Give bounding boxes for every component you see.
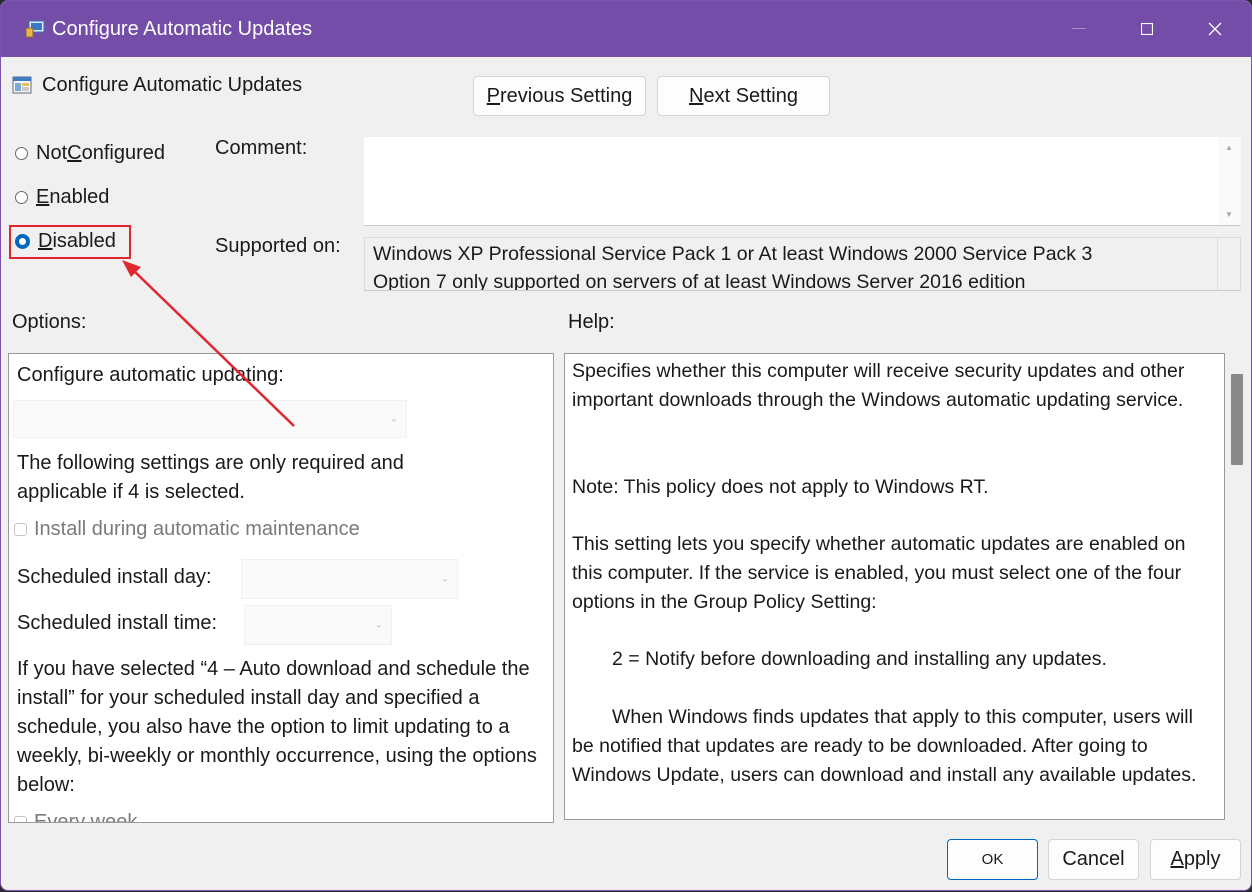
radio-label-prefix: Not xyxy=(36,142,68,164)
radio-accesskey: C xyxy=(67,142,82,164)
configure-updating-dropdown[interactable]: ⌄ xyxy=(13,400,407,438)
supported-on-box: Windows XP Professional Service Pack 1 o… xyxy=(364,237,1241,291)
comment-scrollbar[interactable]: ▲ ▼ xyxy=(1219,137,1241,225)
annotation-arrow-head xyxy=(122,260,141,277)
help-paragraph: Specifies whether this computer will rec… xyxy=(572,360,1185,411)
maximize-button[interactable] xyxy=(1113,1,1181,57)
install-day-dropdown[interactable]: ⌄ xyxy=(241,559,458,599)
checkbox-unchecked[interactable] xyxy=(14,523,27,536)
policy-setting-icon xyxy=(12,76,32,94)
scroll-up-arrow-icon[interactable]: ▲ xyxy=(1225,143,1233,152)
help-paragraph: When Windows finds updates that apply to… xyxy=(572,706,1197,786)
checkbox-label: Install during automatic maintenance xyxy=(34,518,360,540)
radio-button-unchecked[interactable] xyxy=(15,147,28,160)
next-setting-button[interactable]: Next Setting xyxy=(657,76,830,116)
help-paragraph: Note: This policy does not apply to Wind… xyxy=(572,476,989,498)
next-label: ext Setting xyxy=(703,84,798,107)
annotation-highlight-box xyxy=(9,225,131,259)
chevron-down-icon: ⌄ xyxy=(440,573,449,585)
chevron-down-icon: ⌄ xyxy=(374,619,383,631)
title-bar[interactable]: Configure Automatic Updates xyxy=(1,1,1251,57)
ok-button[interactable]: OK xyxy=(947,839,1038,880)
maximize-icon xyxy=(1141,23,1153,35)
checkbox-label: Every week xyxy=(34,811,138,823)
supported-on-scrollbar[interactable] xyxy=(1217,238,1240,290)
help-paragraph: This setting lets you specify whether au… xyxy=(572,533,1186,613)
apply-button[interactable]: Apply xyxy=(1150,839,1241,880)
install-maintenance-checkbox[interactable]: Install during automatic maintenance xyxy=(14,518,360,541)
supported-on-label: Supported on: xyxy=(215,235,341,257)
previous-accesskey: P xyxy=(486,84,501,107)
install-time-label: Scheduled install time: xyxy=(17,612,218,634)
radio-button-unchecked[interactable] xyxy=(15,191,28,204)
comment-textarea[interactable]: ▲ ▼ xyxy=(364,137,1241,226)
help-scrollbar-thumb[interactable] xyxy=(1231,374,1243,465)
cancel-button[interactable]: Cancel xyxy=(1048,839,1139,880)
schedule-description: If you have selected “4 – Auto download … xyxy=(17,658,537,796)
every-week-checkbox[interactable]: Every week xyxy=(14,811,138,823)
help-panel: Specifies whether this computer will rec… xyxy=(564,353,1225,820)
radio-label: onfigured xyxy=(81,142,165,164)
radio-not-configured[interactable]: Not Configured xyxy=(15,142,165,165)
chevron-down-icon: ⌄ xyxy=(389,413,398,425)
policy-dialog-window: Configure Automatic Updates Configure Au… xyxy=(0,0,1252,891)
install-day-label: Scheduled install day: xyxy=(17,566,212,588)
supported-on-line: Option 7 only supported on servers of at… xyxy=(373,271,1026,291)
apply-accesskey: A xyxy=(1170,848,1184,870)
options-label: Options: xyxy=(12,311,87,333)
previous-label: revious Setting xyxy=(500,84,633,107)
install-time-dropdown[interactable]: ⌄ xyxy=(244,605,392,645)
next-accesskey: N xyxy=(689,84,704,107)
close-icon xyxy=(1208,22,1222,36)
scroll-down-arrow-icon[interactable]: ▼ xyxy=(1225,210,1233,219)
checkbox-unchecked[interactable] xyxy=(14,816,27,822)
group-policy-app-icon xyxy=(25,20,45,38)
minimize-icon xyxy=(1072,28,1086,29)
policy-name: Configure Automatic Updates xyxy=(42,74,303,96)
options-note: The following settings are only required… xyxy=(17,452,404,503)
close-button[interactable] xyxy=(1181,1,1249,57)
window-title: Configure Automatic Updates xyxy=(52,18,313,40)
previous-setting-button[interactable]: Previous Setting xyxy=(473,76,646,116)
options-panel: Configure automatic updating: ⌄ The foll… xyxy=(8,353,554,823)
radio-enabled[interactable]: Enabled xyxy=(15,186,109,209)
help-paragraph: 2 = Notify before downloading and instal… xyxy=(612,648,1107,670)
radio-accesskey: E xyxy=(36,186,50,208)
configure-updating-label: Configure automatic updating: xyxy=(17,364,284,386)
apply-label: pply xyxy=(1183,848,1221,870)
help-label: Help: xyxy=(568,311,615,333)
supported-on-line: Windows XP Professional Service Pack 1 o… xyxy=(373,243,1093,265)
comment-label: Comment: xyxy=(215,137,308,159)
radio-label: nabled xyxy=(49,186,110,208)
minimize-button[interactable] xyxy=(1045,1,1113,57)
